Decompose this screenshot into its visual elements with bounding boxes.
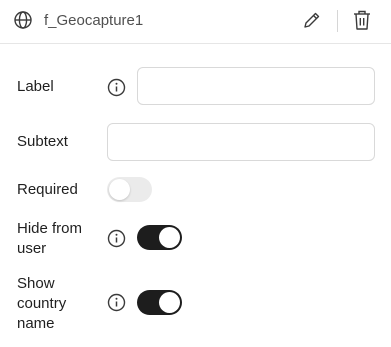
- pencil-icon[interactable]: [302, 10, 322, 30]
- label-input[interactable]: [137, 67, 375, 105]
- toggle-knob: [109, 179, 130, 200]
- field-header: f_Geocapture1: [0, 0, 391, 44]
- required-field-label: Required: [17, 181, 78, 198]
- subtext-input[interactable]: [107, 123, 375, 161]
- label-field-label: Label: [17, 78, 54, 95]
- info-icon[interactable]: [107, 293, 126, 312]
- hide-from-user-label-line2: user: [17, 240, 47, 257]
- toggle-knob: [159, 292, 180, 313]
- info-icon[interactable]: [107, 78, 126, 97]
- toggle-knob: [159, 227, 180, 248]
- show-country-name-toggle[interactable]: [137, 290, 182, 315]
- required-toggle[interactable]: [107, 177, 152, 202]
- hide-from-user-label-line1: Hide from: [17, 220, 83, 237]
- hide-from-user-toggle[interactable]: [137, 225, 182, 250]
- header-divider: [337, 10, 338, 32]
- show-country-name-label-line2: country: [17, 295, 67, 312]
- trash-icon[interactable]: [352, 9, 372, 31]
- globe-icon: [14, 11, 32, 29]
- show-country-name-label-line3: name: [17, 315, 55, 332]
- subtext-field-label: Subtext: [17, 133, 68, 150]
- info-icon[interactable]: [107, 229, 126, 248]
- show-country-name-label-line1: Show: [17, 275, 55, 292]
- field-title: f_Geocapture1: [44, 12, 144, 29]
